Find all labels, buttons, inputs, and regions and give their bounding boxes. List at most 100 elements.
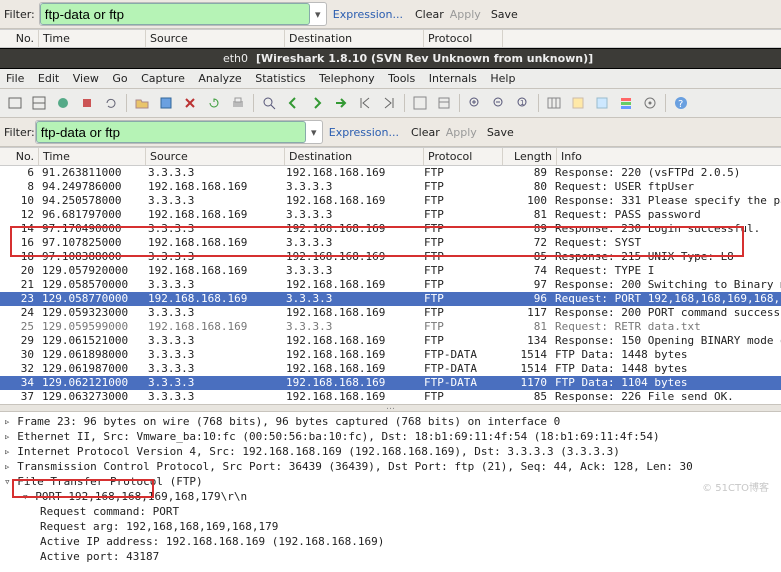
goto-first-icon[interactable] xyxy=(354,92,376,114)
interface-name: eth0 xyxy=(8,52,256,65)
goto-last-icon[interactable] xyxy=(378,92,400,114)
tree-ftp[interactable]: File Transfer Protocol (FTP) xyxy=(4,474,777,489)
tree-eth[interactable]: Ethernet II, Src: Vmware_ba:10:fc (00:50… xyxy=(4,429,777,444)
menu-file[interactable]: File xyxy=(6,72,24,85)
table-row[interactable]: 1296.681797000192.168.168.1693.3.3.3FTP8… xyxy=(0,208,781,222)
zoom-reset-icon[interactable]: 1 xyxy=(512,92,534,114)
tree-req-cmd[interactable]: Request command: PORT xyxy=(4,504,777,519)
start-capture-icon[interactable] xyxy=(52,92,74,114)
tree-tcp[interactable]: Transmission Control Protocol, Src Port:… xyxy=(4,459,777,474)
packet-list-header: No. Time Source Destination Protocol Len… xyxy=(0,147,781,166)
table-row[interactable]: 1697.107825000192.168.168.1693.3.3.3FTP7… xyxy=(0,236,781,250)
hdr-destination[interactable]: Destination xyxy=(285,148,424,165)
hdr-info[interactable]: Info xyxy=(557,148,781,165)
expression-link-inner[interactable]: Expression... xyxy=(329,126,399,139)
app-title: [Wireshark 1.8.10 (SVN Rev Unknown from … xyxy=(256,52,593,65)
table-row[interactable]: 25129.059599000192.168.168.1693.3.3.3FTP… xyxy=(0,320,781,334)
close-icon[interactable] xyxy=(179,92,201,114)
apply-button[interactable]: Apply xyxy=(450,8,481,21)
back-icon[interactable] xyxy=(282,92,304,114)
tree-ip[interactable]: Internet Protocol Version 4, Src: 192.16… xyxy=(4,444,777,459)
tree-frame[interactable]: Frame 23: 96 bytes on wire (768 bits), 9… xyxy=(4,414,777,429)
menu-analyze[interactable]: Analyze xyxy=(198,72,241,85)
capture-filters-icon[interactable] xyxy=(567,92,589,114)
goto-icon[interactable] xyxy=(330,92,352,114)
menu-go[interactable]: Go xyxy=(112,72,127,85)
clear-button-inner[interactable]: Clear xyxy=(411,126,440,139)
zoom-out-icon[interactable] xyxy=(488,92,510,114)
resize-cols-icon[interactable] xyxy=(543,92,565,114)
expression-link[interactable]: Expression... xyxy=(333,8,403,21)
table-row[interactable]: 30129.0618980003.3.3.3192.168.168.169FTP… xyxy=(0,348,781,362)
display-filters-icon[interactable] xyxy=(591,92,613,114)
help-icon[interactable]: ? xyxy=(670,92,692,114)
filter-dropdown-icon[interactable]: ▾ xyxy=(310,8,326,21)
svg-text:?: ? xyxy=(678,99,683,110)
table-row[interactable]: 34129.0621210003.3.3.3192.168.168.169FTP… xyxy=(0,376,781,390)
outer-filter-bar: Filter: ▾ Expression... Clear Apply Save xyxy=(0,0,781,29)
reload-icon[interactable] xyxy=(203,92,225,114)
save-button[interactable]: Save xyxy=(491,8,518,21)
menu-internals[interactable]: Internals xyxy=(429,72,477,85)
svg-text:1: 1 xyxy=(520,99,524,107)
tree-port-line[interactable]: PORT 192,168,168,169,168,179\r\n xyxy=(4,489,777,504)
table-row[interactable]: 37129.0632730003.3.3.3192.168.168.169FTP… xyxy=(0,390,781,404)
menu-view[interactable]: View xyxy=(73,72,99,85)
restart-icon[interactable] xyxy=(100,92,122,114)
menu-edit[interactable]: Edit xyxy=(38,72,59,85)
packet-list-pane[interactable]: 691.2638110003.3.3.3192.168.168.169FTP89… xyxy=(0,166,781,404)
table-row[interactable]: 20129.057920000192.168.168.1693.3.3.3FTP… xyxy=(0,264,781,278)
autoscroll-icon[interactable] xyxy=(433,92,455,114)
menu-statistics[interactable]: Statistics xyxy=(255,72,305,85)
hdr-length[interactable]: Length xyxy=(503,148,557,165)
menu-telephony[interactable]: Telephony xyxy=(319,72,375,85)
filter-input[interactable] xyxy=(40,3,310,25)
colorize-icon[interactable] xyxy=(409,92,431,114)
zoom-in-icon[interactable] xyxy=(464,92,486,114)
tree-active-port[interactable]: Active port: 43187 xyxy=(4,549,777,564)
table-row[interactable]: 21129.0585700003.3.3.3192.168.168.169FTP… xyxy=(0,278,781,292)
hdr-time[interactable]: Time xyxy=(39,148,146,165)
menubar: File Edit View Go Capture Analyze Statis… xyxy=(0,69,781,89)
tree-active-ip[interactable]: Active IP address: 192.168.168.169 (192.… xyxy=(4,534,777,549)
col-source[interactable]: Source xyxy=(146,30,285,47)
save-button-inner[interactable]: Save xyxy=(487,126,514,139)
clear-button[interactable]: Clear xyxy=(415,8,444,21)
menu-capture[interactable]: Capture xyxy=(141,72,185,85)
menu-tools[interactable]: Tools xyxy=(388,72,415,85)
filter-label: Filter: xyxy=(4,8,35,21)
packet-details-pane[interactable]: Frame 23: 96 bytes on wire (768 bits), 9… xyxy=(0,412,781,572)
pane-splitter[interactable] xyxy=(0,404,781,412)
open-icon[interactable] xyxy=(131,92,153,114)
table-row[interactable]: 29129.0615210003.3.3.3192.168.168.169FTP… xyxy=(0,334,781,348)
interfaces-icon[interactable] xyxy=(4,92,26,114)
coloring-rules-icon[interactable] xyxy=(615,92,637,114)
table-row[interactable]: 1094.2505780003.3.3.3192.168.168.169FTP1… xyxy=(0,194,781,208)
print-icon[interactable] xyxy=(227,92,249,114)
forward-icon[interactable] xyxy=(306,92,328,114)
table-row[interactable]: 1897.1083880003.3.3.3192.168.168.169FTP8… xyxy=(0,250,781,264)
save-icon[interactable] xyxy=(155,92,177,114)
apply-button-inner[interactable]: Apply xyxy=(446,126,477,139)
tree-req-arg[interactable]: Request arg: 192,168,168,169,168,179 xyxy=(4,519,777,534)
options-icon[interactable] xyxy=(28,92,50,114)
table-row[interactable]: 32129.0619870003.3.3.3192.168.168.169FTP… xyxy=(0,362,781,376)
col-no[interactable]: No. xyxy=(0,30,39,47)
table-row[interactable]: 23129.058770000192.168.168.1693.3.3.3FTP… xyxy=(0,292,781,306)
col-destination[interactable]: Destination xyxy=(285,30,424,47)
filter-dropdown-icon-inner[interactable]: ▾ xyxy=(306,126,322,139)
menu-help[interactable]: Help xyxy=(490,72,515,85)
hdr-source[interactable]: Source xyxy=(146,148,285,165)
prefs-icon[interactable] xyxy=(639,92,661,114)
col-protocol[interactable]: Protocol xyxy=(424,30,503,47)
find-icon[interactable] xyxy=(258,92,280,114)
stop-capture-icon[interactable] xyxy=(76,92,98,114)
col-time[interactable]: Time xyxy=(39,30,146,47)
table-row[interactable]: 691.2638110003.3.3.3192.168.168.169FTP89… xyxy=(0,166,781,180)
filter-input-inner[interactable] xyxy=(36,121,306,143)
table-row[interactable]: 24129.0593230003.3.3.3192.168.168.169FTP… xyxy=(0,306,781,320)
hdr-protocol[interactable]: Protocol xyxy=(424,148,503,165)
hdr-no[interactable]: No. xyxy=(0,148,39,165)
table-row[interactable]: 894.249786000192.168.168.1693.3.3.3FTP80… xyxy=(0,180,781,194)
table-row[interactable]: 1497.1704900003.3.3.3192.168.168.169FTP8… xyxy=(0,222,781,236)
